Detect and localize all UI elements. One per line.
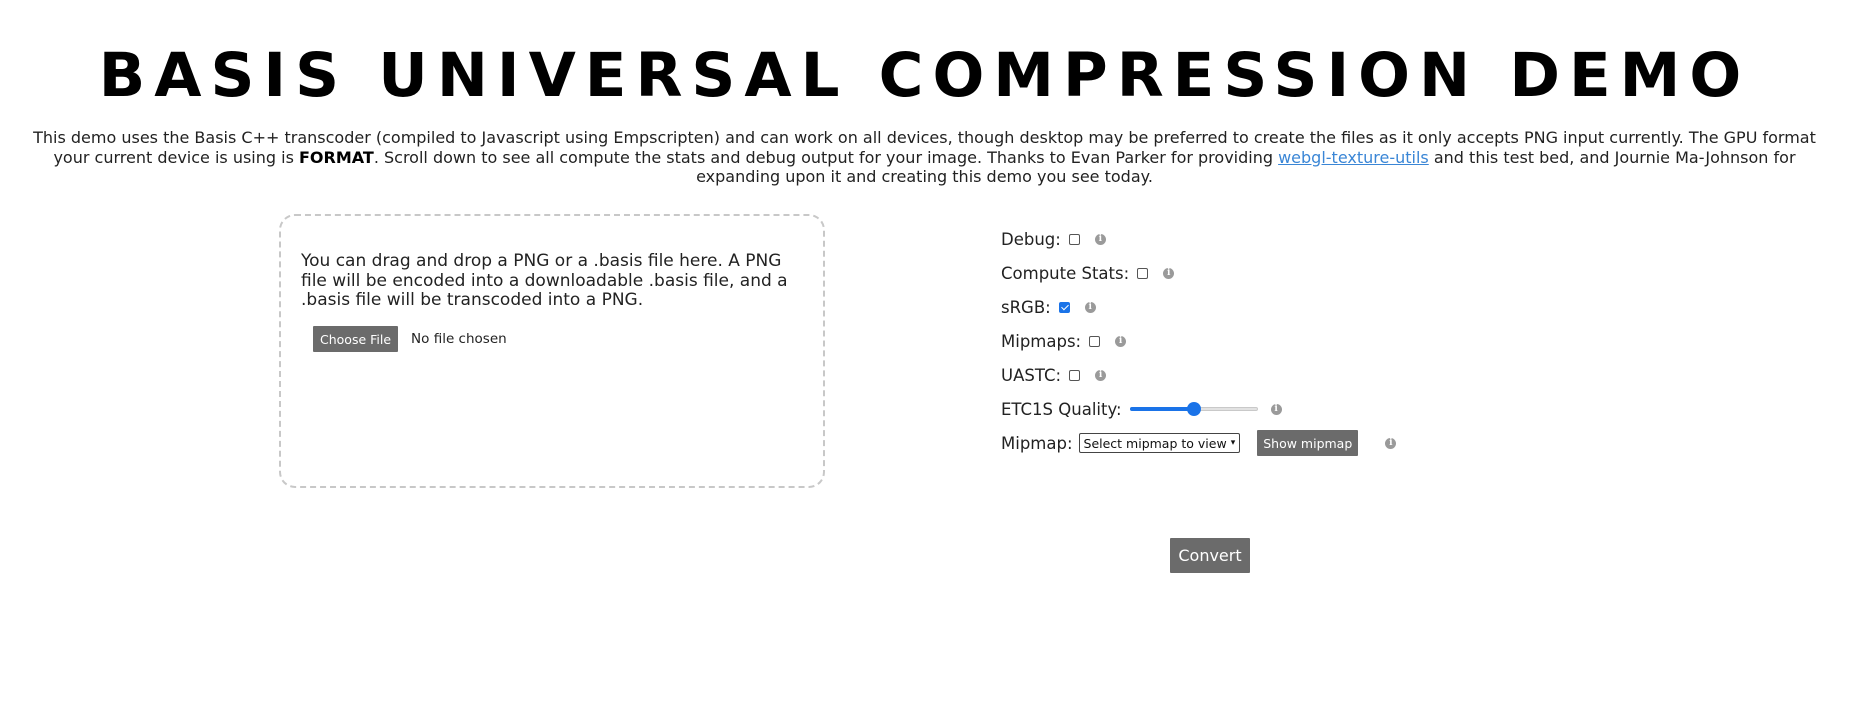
srgb-label: sRGB:	[1001, 297, 1051, 317]
compute-stats-checkbox[interactable]	[1137, 267, 1149, 279]
chevron-down-icon: ▾	[1230, 438, 1236, 448]
option-etc1s-quality: ETC1S Quality: i	[1001, 392, 1282, 426]
intro-paragraph: This demo uses the Basis C++ transcoder …	[20, 128, 1829, 187]
mipmaps-label: Mipmaps:	[1001, 331, 1082, 351]
info-icon[interactable]: i	[1270, 403, 1282, 415]
file-status-text: No file chosen	[411, 331, 507, 347]
intro-text-2: . Scroll down to see all compute the sta…	[373, 147, 1279, 167]
uastc-checkbox[interactable]	[1069, 369, 1081, 381]
debug-checkbox[interactable]	[1068, 233, 1080, 245]
page-title: BASIS UNIVERSAL COMPRESSION DEMO	[98, 40, 1751, 111]
info-icon[interactable]: i	[1095, 369, 1107, 381]
option-mipmaps: Mipmaps: i	[1001, 324, 1127, 358]
uastc-label: UASTC:	[1001, 365, 1062, 385]
option-compute-stats: Compute Stats: i	[1001, 256, 1175, 290]
drop-zone-instructions: You can drag and drop a PNG or a .basis …	[301, 251, 788, 310]
mipmap-label: Mipmap:	[1001, 433, 1073, 453]
option-mipmap-view: Mipmap: Select mipmap to view ▾ Show mip…	[1001, 426, 1397, 460]
choose-file-button[interactable]: Choose File	[313, 326, 399, 352]
webgl-texture-utils-link[interactable]: webgl-texture-utils	[1278, 148, 1429, 167]
mipmap-select-value: Select mipmap to view	[1083, 435, 1227, 451]
info-icon[interactable]: i	[1115, 335, 1127, 347]
option-uastc: UASTC: i	[1001, 358, 1107, 392]
convert-button[interactable]: Convert	[1170, 538, 1250, 573]
mipmap-select[interactable]: Select mipmap to view ▾	[1078, 433, 1241, 453]
info-icon[interactable]: i	[1385, 437, 1397, 449]
page: BASIS UNIVERSAL COMPRESSION DEMO This de…	[0, 0, 1849, 705]
info-icon[interactable]: i	[1163, 267, 1175, 279]
info-icon[interactable]: i	[1094, 233, 1106, 245]
slider-thumb[interactable]	[1186, 402, 1201, 416]
etc1s-quality-label: ETC1S Quality:	[1001, 399, 1122, 419]
debug-label: Debug:	[1001, 229, 1061, 249]
file-drop-zone[interactable]: You can drag and drop a PNG or a .basis …	[279, 214, 825, 488]
slider-fill	[1129, 407, 1194, 411]
option-srgb: sRGB: i	[1001, 290, 1096, 324]
option-debug: Debug: i	[1001, 222, 1106, 256]
etc1s-quality-slider[interactable]	[1129, 401, 1258, 417]
compute-stats-label: Compute Stats:	[1001, 263, 1130, 283]
file-input[interactable]: Choose File No file chosen	[313, 326, 507, 352]
gpu-format-label: FORMAT	[299, 147, 374, 167]
show-mipmap-button[interactable]: Show mipmap	[1257, 430, 1359, 456]
mipmaps-checkbox[interactable]	[1089, 335, 1101, 347]
info-icon[interactable]: i	[1084, 301, 1096, 313]
srgb-checkbox[interactable]	[1058, 301, 1070, 313]
